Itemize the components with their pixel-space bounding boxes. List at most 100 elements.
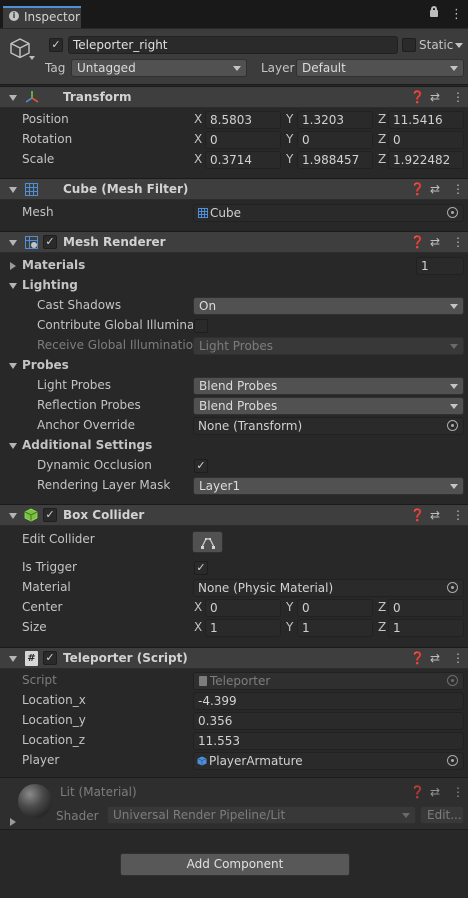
object-name-field[interactable]: Teleporter_right bbox=[68, 36, 398, 54]
player-field[interactable]: PlayerArmature bbox=[193, 752, 464, 770]
rotation-y-field[interactable]: 0 bbox=[297, 131, 373, 149]
contribute-gi-checkbox[interactable] bbox=[194, 319, 208, 333]
edit-collider-button[interactable] bbox=[192, 531, 223, 553]
location-z-field[interactable]: 11.553 bbox=[193, 732, 464, 750]
is-trigger-checkbox[interactable]: ✓ bbox=[194, 561, 208, 575]
foldout-arrow-icon[interactable] bbox=[9, 513, 17, 519]
object-active-checkbox[interactable]: ✓ bbox=[49, 38, 63, 52]
kebab-menu-icon[interactable]: ⋮ bbox=[452, 235, 464, 249]
presets-icon[interactable]: ⇄ bbox=[430, 90, 440, 104]
axis-y-label[interactable]: Y bbox=[286, 152, 293, 166]
axis-y-label[interactable]: Y bbox=[286, 112, 293, 126]
static-checkbox[interactable] bbox=[402, 38, 416, 52]
size-y-field[interactable]: 1 bbox=[297, 619, 373, 637]
foldout-arrow-icon[interactable] bbox=[9, 187, 17, 193]
location-y-field[interactable]: 0.356 bbox=[193, 712, 464, 730]
foldout-arrow-icon[interactable] bbox=[9, 240, 17, 246]
axis-z-label[interactable]: Z bbox=[378, 132, 386, 146]
foldout-arrow-icon[interactable] bbox=[9, 443, 17, 449]
position-z-field[interactable]: 11.5416 bbox=[388, 111, 464, 129]
kebab-menu-icon[interactable]: ⋮ bbox=[452, 651, 464, 665]
kebab-menu-icon[interactable]: ⋮ bbox=[450, 7, 463, 22]
axis-x-label[interactable]: X bbox=[194, 620, 202, 634]
kebab-menu-icon[interactable]: ⋮ bbox=[452, 508, 464, 522]
help-icon[interactable]: ❓ bbox=[410, 508, 425, 522]
help-icon[interactable]: ❓ bbox=[410, 182, 425, 196]
add-component-button[interactable]: Add Component bbox=[120, 853, 350, 876]
axis-y-label[interactable]: Y bbox=[286, 132, 293, 146]
object-picker-icon[interactable] bbox=[447, 207, 458, 218]
foldout-arrow-icon[interactable] bbox=[10, 818, 16, 826]
axis-y-label[interactable]: Y bbox=[286, 600, 293, 614]
tag-dropdown[interactable]: Untagged bbox=[71, 59, 247, 77]
materials-count-field[interactable]: 1 bbox=[416, 257, 464, 275]
help-icon[interactable]: ❓ bbox=[410, 651, 425, 665]
rotation-z-field[interactable]: 0 bbox=[388, 131, 464, 149]
kebab-menu-icon[interactable]: ⋮ bbox=[452, 182, 464, 196]
axis-z-label[interactable]: Z bbox=[378, 152, 386, 166]
presets-icon[interactable]: ⇄ bbox=[430, 508, 440, 522]
rotation-x-field[interactable]: 0 bbox=[205, 131, 281, 149]
rendering-layer-dropdown[interactable]: Layer1 bbox=[193, 477, 464, 495]
icon-dropdown-arrow[interactable] bbox=[29, 56, 35, 60]
light-probes-dropdown[interactable]: Blend Probes bbox=[193, 377, 464, 395]
script-enabled-checkbox[interactable]: ✓ bbox=[43, 651, 57, 665]
shader-edit-button[interactable]: Edit... bbox=[420, 806, 464, 824]
axis-z-label[interactable]: Z bbox=[378, 600, 386, 614]
probes-row[interactable]: Probes bbox=[0, 356, 468, 376]
help-icon[interactable]: ❓ bbox=[410, 90, 425, 104]
layer-dropdown[interactable]: Default bbox=[296, 59, 464, 77]
axis-z-label[interactable]: Z bbox=[378, 112, 386, 126]
mesh-renderer-enabled-checkbox[interactable]: ✓ bbox=[43, 235, 57, 249]
lighting-row[interactable]: Lighting bbox=[0, 276, 468, 296]
scale-y-field[interactable]: 1.988457 bbox=[297, 151, 373, 169]
reflection-probes-dropdown[interactable]: Blend Probes bbox=[193, 397, 464, 415]
box-collider-header[interactable]: ✓ Box Collider ❓ ⇄ ⋮ bbox=[0, 504, 468, 526]
collider-material-field[interactable]: None (Physic Material) bbox=[193, 579, 464, 597]
mesh-renderer-header[interactable]: ✓ Mesh Renderer ❓ ⇄ ⋮ bbox=[0, 231, 468, 253]
position-x-field[interactable]: 8.5803 bbox=[205, 111, 281, 129]
object-picker-icon[interactable] bbox=[447, 582, 458, 593]
foldout-arrow-icon[interactable] bbox=[10, 262, 16, 270]
location-x-field[interactable]: -4.399 bbox=[193, 692, 464, 710]
additional-settings-row[interactable]: Additional Settings bbox=[0, 436, 468, 456]
axis-z-label[interactable]: Z bbox=[378, 620, 386, 634]
foldout-arrow-icon[interactable] bbox=[9, 95, 17, 101]
help-icon[interactable]: ❓ bbox=[410, 785, 425, 799]
position-y-field[interactable]: 1.3203 bbox=[297, 111, 373, 129]
center-y-field[interactable]: 0 bbox=[297, 599, 373, 617]
presets-icon[interactable]: ⇄ bbox=[430, 182, 440, 196]
presets-icon[interactable]: ⇄ bbox=[430, 785, 440, 799]
help-icon[interactable]: ❓ bbox=[410, 235, 425, 249]
center-z-field[interactable]: 0 bbox=[388, 599, 464, 617]
foldout-arrow-icon[interactable] bbox=[9, 283, 17, 289]
axis-y-label[interactable]: Y bbox=[286, 620, 293, 634]
anchor-override-field[interactable]: None (Transform) bbox=[193, 417, 464, 435]
tab-inspector[interactable]: i Inspector bbox=[3, 6, 81, 28]
size-z-field[interactable]: 1 bbox=[388, 619, 464, 637]
scale-x-field[interactable]: 0.3714 bbox=[205, 151, 281, 169]
axis-x-label[interactable]: X bbox=[194, 112, 202, 126]
foldout-arrow-icon[interactable] bbox=[9, 656, 17, 662]
box-collider-enabled-checkbox[interactable]: ✓ bbox=[43, 508, 57, 522]
size-x-field[interactable]: 1 bbox=[205, 619, 281, 637]
center-x-field[interactable]: 0 bbox=[205, 599, 281, 617]
cast-shadows-dropdown[interactable]: On bbox=[193, 297, 464, 315]
script-header[interactable]: # ✓ Teleporter (Script) ❓ ⇄ ⋮ bbox=[0, 647, 468, 669]
axis-x-label[interactable]: X bbox=[194, 600, 202, 614]
kebab-menu-icon[interactable]: ⋮ bbox=[452, 90, 464, 104]
object-picker-icon[interactable] bbox=[447, 755, 458, 766]
object-picker-icon[interactable] bbox=[447, 420, 458, 431]
static-dropdown-arrow[interactable] bbox=[455, 43, 463, 48]
mesh-object-field[interactable]: Cube bbox=[193, 204, 464, 222]
dynamic-occlusion-checkbox[interactable]: ✓ bbox=[194, 459, 208, 473]
kebab-menu-icon[interactable]: ⋮ bbox=[452, 785, 464, 799]
transform-header[interactable]: Transform ❓ ⇄ ⋮ bbox=[0, 86, 468, 108]
presets-icon[interactable]: ⇄ bbox=[430, 651, 440, 665]
foldout-arrow-icon[interactable] bbox=[9, 363, 17, 369]
materials-row[interactable]: Materials 1 bbox=[0, 256, 468, 276]
static-label[interactable]: Static bbox=[419, 38, 453, 52]
presets-icon[interactable]: ⇄ bbox=[430, 235, 440, 249]
axis-x-label[interactable]: X bbox=[194, 132, 202, 146]
axis-x-label[interactable]: X bbox=[194, 152, 202, 166]
